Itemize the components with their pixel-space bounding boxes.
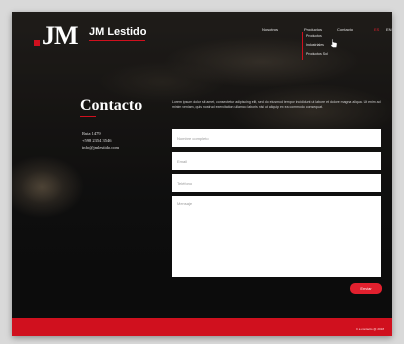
lang-es[interactable]: ES [374, 27, 379, 32]
title-underline [80, 116, 96, 117]
logo[interactable]: JM [34, 21, 79, 50]
phone-input[interactable]: Teléfono [172, 174, 381, 192]
footer: Ir a contacto @ 2018 [12, 318, 392, 336]
email-input[interactable]: Email [172, 152, 381, 170]
browser-page: JM JM Lestido Nosotros Productos Contact… [12, 12, 392, 336]
brand-underline [89, 40, 145, 41]
message-textarea[interactable]: Mensaje [172, 196, 381, 277]
contact-address: Ruta 1479 [82, 131, 101, 136]
intro-text: Lorem ipsum dolor sit amet, consectetur … [172, 100, 381, 109]
lang-en[interactable]: EN [386, 27, 392, 32]
dropdown-item-productos-sol[interactable]: Productos Sol [306, 52, 335, 56]
contact-phone: +598 2354 3546 [82, 138, 112, 143]
logo-monogram: JM [42, 21, 79, 50]
brand-name: JM Lestido [89, 26, 147, 38]
page-title: Contacto [80, 97, 143, 114]
send-button[interactable]: Enviar [350, 283, 382, 294]
contact-info: Ruta 1479 +598 2354 3546 info@jmlestido.… [82, 130, 119, 151]
nav-item-nosotros[interactable]: Nosotros [262, 27, 278, 32]
logo-dot [34, 40, 40, 46]
nav-item-contacto[interactable]: Contacto [337, 27, 353, 32]
brand: JM Lestido [89, 26, 146, 41]
name-input[interactable]: Nombre completo [172, 129, 381, 147]
footer-text: Ir a contacto @ 2018 [356, 327, 384, 331]
hand-cursor-icon [330, 38, 338, 48]
contact-email[interactable]: info@jmlestido.com [82, 144, 119, 151]
